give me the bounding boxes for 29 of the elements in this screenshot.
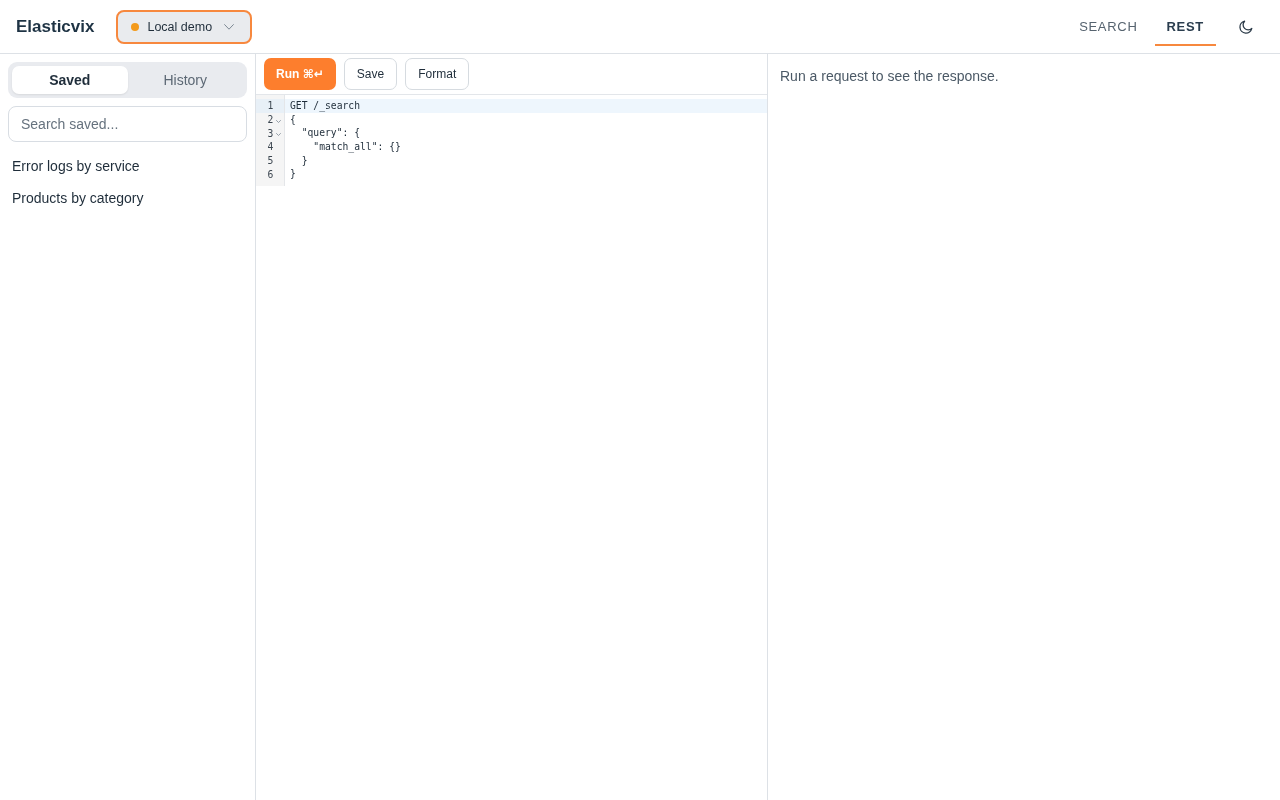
cluster-selector[interactable]: Local demo — [116, 9, 253, 44]
toolbar-button[interactable]: Save — [343, 58, 398, 90]
code-line: GET /_search — [290, 100, 360, 111]
sidebar-tab[interactable]: History — [127, 66, 243, 94]
line-number: 5 — [266, 155, 274, 167]
chevron-down-icon — [224, 23, 235, 30]
search-field[interactable]: Search saved... — [8, 106, 247, 142]
line-number: 6 — [266, 168, 274, 180]
status-dot-icon — [131, 22, 140, 31]
fold-chevron-icon[interactable] — [276, 119, 282, 123]
nav-tab[interactable]: REST — [1154, 8, 1216, 46]
line-number: 2 — [266, 114, 274, 126]
code-line: { — [290, 113, 296, 125]
line-number: 4 — [266, 141, 274, 153]
saved-query-item[interactable]: Products by category — [8, 182, 148, 214]
code-line: "query": { — [300, 127, 360, 139]
fold-chevron-icon[interactable] — [276, 133, 282, 137]
code-line: } — [290, 168, 296, 180]
toolbar-button[interactable]: Format — [405, 58, 470, 90]
code-line: } — [300, 154, 308, 166]
sidebar-tab[interactable]: Saved — [12, 66, 128, 94]
response-message: Run a request to see the response. — [780, 68, 1000, 84]
line-number: 1 — [266, 100, 274, 112]
nav-tab[interactable]: SEARCH — [1067, 8, 1150, 46]
line-number: 3 — [266, 127, 274, 139]
moon-icon — [1239, 19, 1253, 34]
code-line: "match_all": {} — [312, 141, 401, 153]
app-logo: Elasticvix — [16, 16, 95, 37]
saved-query-item[interactable]: Error logs by service — [8, 150, 144, 182]
